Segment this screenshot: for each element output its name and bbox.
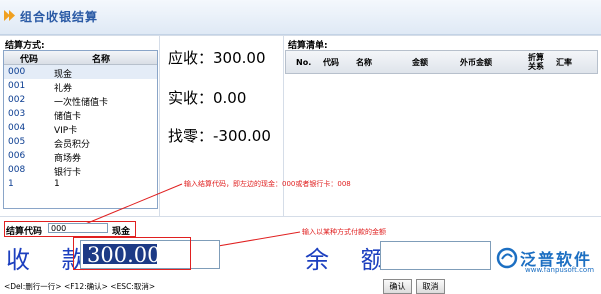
confirm-button[interactable]: 确认	[383, 279, 412, 294]
brand-logo-icon	[496, 247, 518, 269]
change-input[interactable]	[380, 241, 491, 270]
code-input[interactable]: 000	[48, 223, 108, 233]
amount-highlight	[73, 237, 191, 270]
code-type: 现金	[112, 227, 131, 237]
brand-url: www.fanpusoft.com	[525, 266, 595, 274]
cancel-button[interactable]: 取消	[416, 279, 445, 294]
code-label: 结算代码	[6, 227, 43, 237]
shortcut-hint: <Del:删行一行> <F12:确认> <ESC:取消>	[4, 282, 156, 291]
